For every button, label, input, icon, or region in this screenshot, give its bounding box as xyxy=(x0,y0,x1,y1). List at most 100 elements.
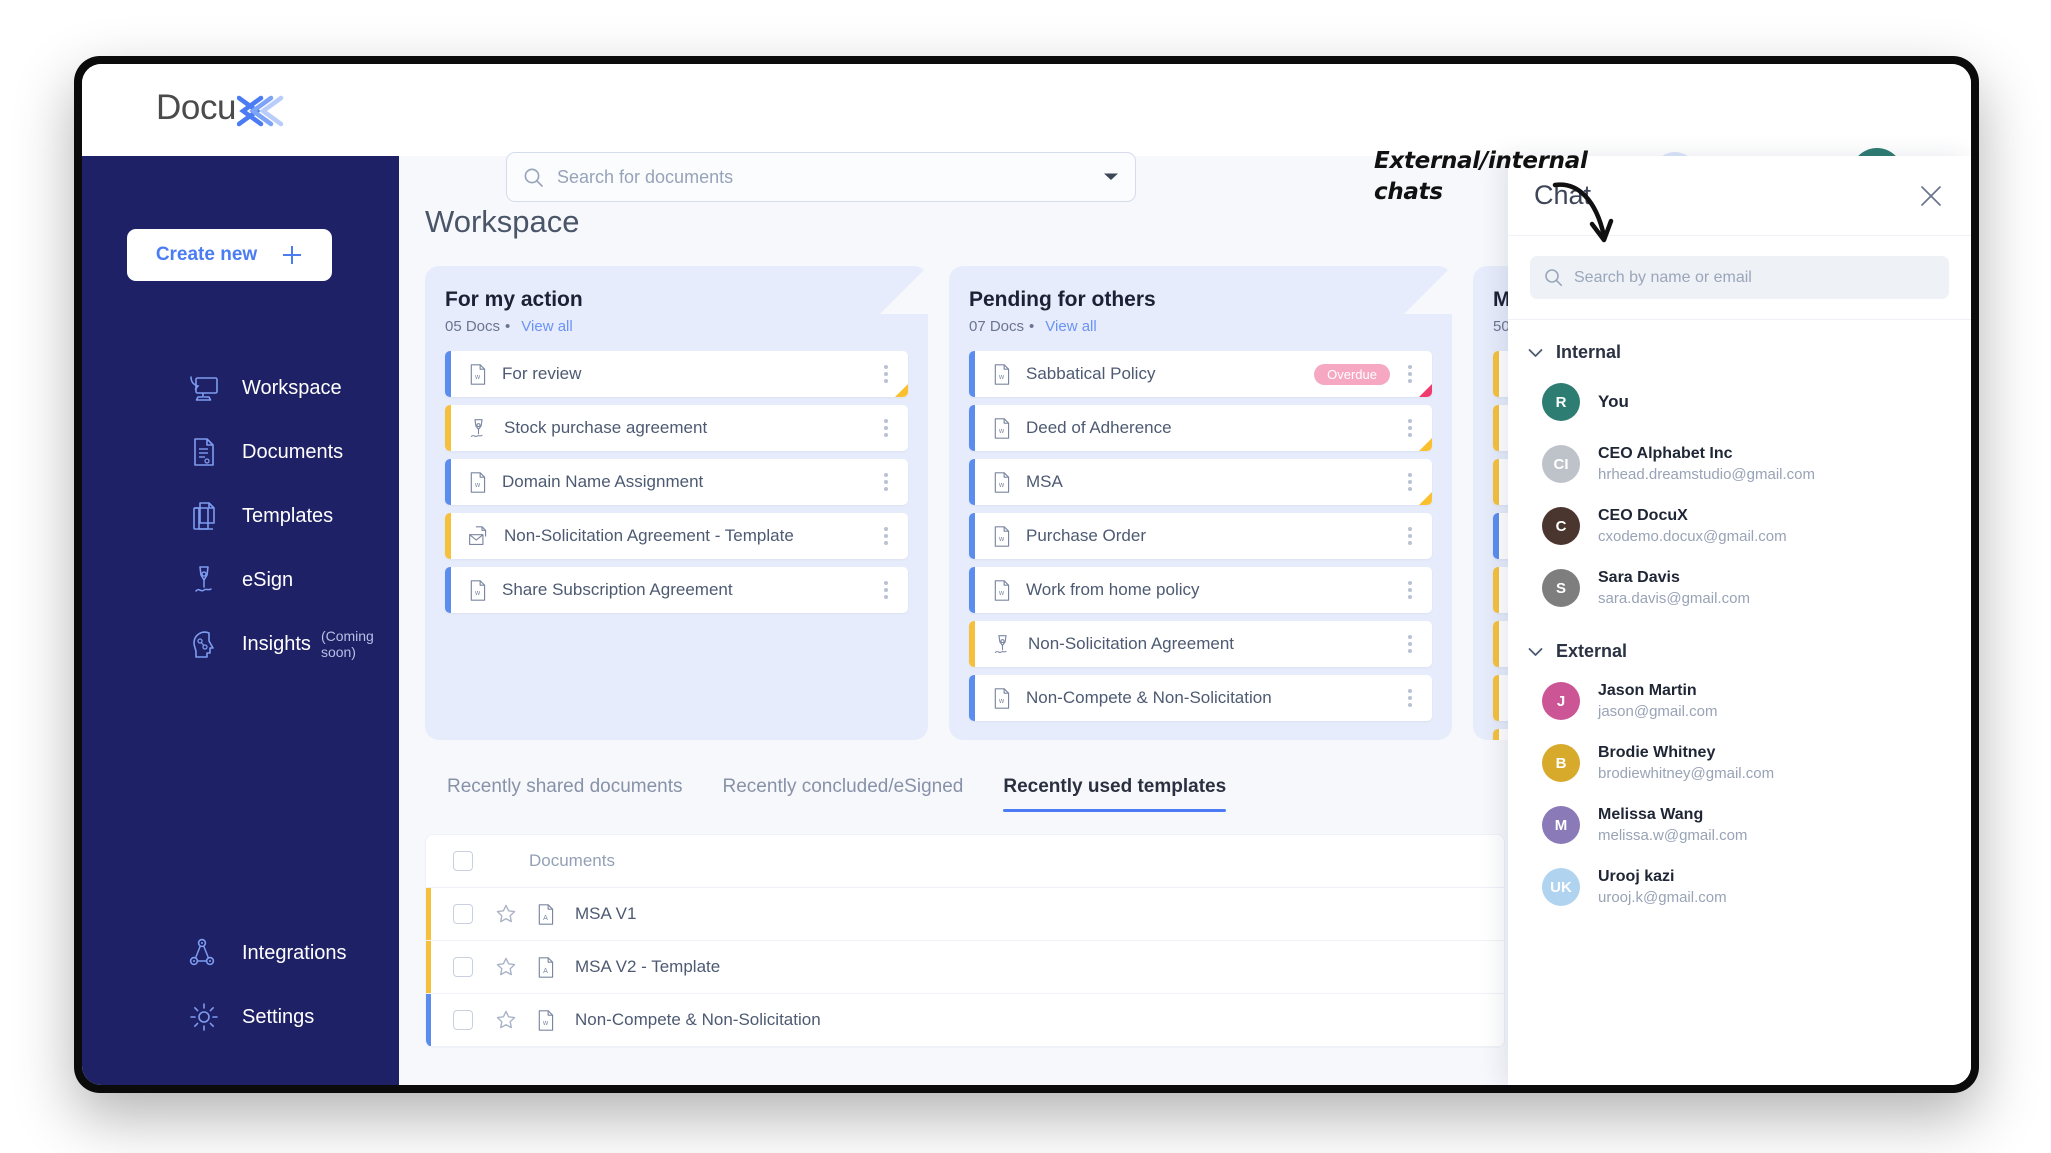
row-menu-icon[interactable] xyxy=(876,419,896,437)
table-row[interactable]: w Non-Compete & Non-Solicitation xyxy=(426,994,1504,1047)
chat-contact-item[interactable]: M Melissa Wang melissa.w@gmail.com xyxy=(1508,794,1971,856)
word-doc-icon: w xyxy=(467,471,488,494)
search-input[interactable] xyxy=(557,166,1103,188)
chat-search-input[interactable] xyxy=(1574,268,1935,287)
svg-text:w: w xyxy=(542,1019,549,1026)
view-all-link[interactable]: View all xyxy=(521,318,572,335)
tab-recently-used-templates[interactable]: Recently used templates xyxy=(1003,776,1226,812)
document-row[interactable]: w Non-Compete & Non-Solicitation xyxy=(969,675,1432,721)
chat-contact-item[interactable]: CI CEO Alphabet Inc hrhead.dreamstudio@gma… xyxy=(1508,433,1971,495)
row-status-bar xyxy=(445,351,451,397)
documents-table: Documents A MSA V1 A MSA V2 - Template w Non-… xyxy=(425,834,1505,1048)
contact-initials: B xyxy=(1555,754,1567,772)
svg-text:w: w xyxy=(998,535,1005,542)
chat-contact-item[interactable]: C CEO DocuX cxodemo.docux@gmail.com xyxy=(1508,495,1971,557)
row-menu-icon[interactable] xyxy=(1400,419,1420,437)
word-doc-icon: w xyxy=(467,579,488,602)
table-row[interactable]: A MSA V2 - Template xyxy=(426,941,1504,994)
row-menu-icon[interactable] xyxy=(1400,365,1420,383)
chat-group-header-internal[interactable]: Internal xyxy=(1508,320,1971,371)
row-checkbox[interactable] xyxy=(453,1010,473,1030)
row-menu-icon[interactable] xyxy=(876,527,896,545)
svg-text:A: A xyxy=(543,967,548,974)
pdf-doc-icon: A xyxy=(535,903,557,926)
row-status-bar xyxy=(445,513,451,559)
document-name: Non-Compete & Non-Solicitation xyxy=(1026,688,1272,707)
sidebar-item-integrations[interactable]: Integrations xyxy=(82,921,399,985)
row-checkbox[interactable] xyxy=(453,904,473,924)
table-body: A MSA V1 A MSA V2 - Template w Non-Compete & … xyxy=(426,888,1504,1047)
chevron-down-icon[interactable] xyxy=(1528,348,1543,358)
contact-email: brodiewhitney@gmail.com xyxy=(1598,765,1775,782)
tab-recently-shared-documents[interactable]: Recently shared documents xyxy=(447,776,683,812)
chat-contact-item[interactable]: S Sara Davis sara.davis@gmail.com xyxy=(1508,557,1971,619)
row-menu-icon[interactable] xyxy=(1400,635,1420,653)
sidebar-item-esign[interactable]: eSign xyxy=(82,548,399,612)
sidebar-label: Integrations xyxy=(242,941,347,964)
view-all-link[interactable]: View all xyxy=(1045,318,1096,335)
chat-contact-item[interactable]: UK Urooj kazi urooj.k@gmail.com xyxy=(1508,856,1971,918)
sidebar-item-workspace[interactable]: Workspace xyxy=(82,356,399,420)
chat-contact-item[interactable]: J Jason Martin jason@gmail.com xyxy=(1508,670,1971,732)
chevron-down-icon[interactable] xyxy=(1103,172,1119,182)
document-row[interactable]: w MSA xyxy=(969,459,1432,505)
contact-initials: C xyxy=(1555,517,1567,535)
favorite-star-icon[interactable] xyxy=(495,956,517,978)
contact-info: Brodie Whitney brodiewhitney@gmail.com xyxy=(1598,744,1774,782)
annotation-arrow-icon xyxy=(1552,180,1632,260)
chat-contact-item[interactable]: B Brodie Whitney brodiewhitney@gmail.com xyxy=(1508,732,1971,794)
document-row[interactable]: w Work from home policy xyxy=(969,567,1432,613)
global-search-bar[interactable] xyxy=(506,152,1136,202)
tab-recently-concluded-esigned[interactable]: Recently concluded/eSigned xyxy=(723,776,964,812)
contact-name: Melissa Wang xyxy=(1598,806,1704,823)
word-doc-icon: w xyxy=(991,525,1012,548)
sidebar-item-list: Workspace Documents Templates eSign Insi… xyxy=(82,356,399,676)
document-row[interactable]: w Deed of Adherence xyxy=(969,405,1432,451)
document-row[interactable]: w For review xyxy=(445,351,908,397)
row-menu-icon[interactable] xyxy=(1400,581,1420,599)
svg-text:w: w xyxy=(474,481,481,488)
row-menu-icon[interactable] xyxy=(876,581,896,599)
row-menu-icon[interactable] xyxy=(1400,527,1420,545)
chat-contact-item[interactable]: R You xyxy=(1508,371,1971,433)
select-all-checkbox[interactable] xyxy=(453,851,473,871)
row-menu-icon[interactable] xyxy=(1400,689,1420,707)
document-row[interactable]: Non-Solicitation Agreement xyxy=(969,621,1432,667)
contact-name: Jason Martin xyxy=(1598,682,1697,699)
document-row[interactable]: w Share Subscription Agreement xyxy=(445,567,908,613)
sidebar-item-templates[interactable]: Templates xyxy=(82,484,399,548)
row-status-bar xyxy=(426,888,431,940)
document-row[interactable]: w Sabbatical Policy Overdue xyxy=(969,351,1432,397)
document-row[interactable]: w Purchase Order xyxy=(969,513,1432,559)
chat-search-bar[interactable] xyxy=(1530,256,1949,299)
sidebar-item-settings[interactable]: Settings xyxy=(82,985,399,1049)
row-checkbox[interactable] xyxy=(453,957,473,977)
contact-avatar: UK xyxy=(1542,868,1580,906)
search-icon xyxy=(523,167,544,188)
contact-email: sara.davis@gmail.com xyxy=(1598,590,1750,607)
sidebar-label: Insights xyxy=(242,632,311,655)
word-doc-icon: w xyxy=(467,363,488,386)
favorite-star-icon[interactable] xyxy=(495,1009,517,1031)
sidebar-item-documents[interactable]: Documents xyxy=(82,420,399,484)
document-name: Non-Compete & Non-Solicitation xyxy=(575,1010,821,1029)
document-name: MSA V1 xyxy=(575,904,637,923)
row-menu-icon[interactable] xyxy=(876,365,896,383)
document-row[interactable]: Non-Solicitation Agreement - Template xyxy=(445,513,908,559)
contact-info: Sara Davis sara.davis@gmail.com xyxy=(1598,569,1750,607)
document-row[interactable]: w Domain Name Assignment xyxy=(445,459,908,505)
chevron-down-icon[interactable] xyxy=(1528,647,1543,657)
row-menu-icon[interactable] xyxy=(1400,473,1420,491)
table-row[interactable]: A MSA V1 xyxy=(426,888,1504,941)
close-icon[interactable] xyxy=(1919,184,1943,208)
document-row[interactable]: Stock purchase agreement xyxy=(445,405,908,451)
favorite-star-icon[interactable] xyxy=(495,903,517,925)
row-status-bar xyxy=(969,351,975,397)
insights-icon xyxy=(187,627,221,661)
docux-logo[interactable]: Docu xyxy=(156,88,293,128)
row-menu-icon[interactable] xyxy=(876,473,896,491)
row-status-bar xyxy=(1493,513,1499,559)
create-new-button[interactable]: Create new xyxy=(127,229,332,281)
sidebar-item-insights[interactable]: Insights (Coming soon) xyxy=(82,612,399,676)
chat-group-header-external[interactable]: External xyxy=(1508,619,1971,670)
